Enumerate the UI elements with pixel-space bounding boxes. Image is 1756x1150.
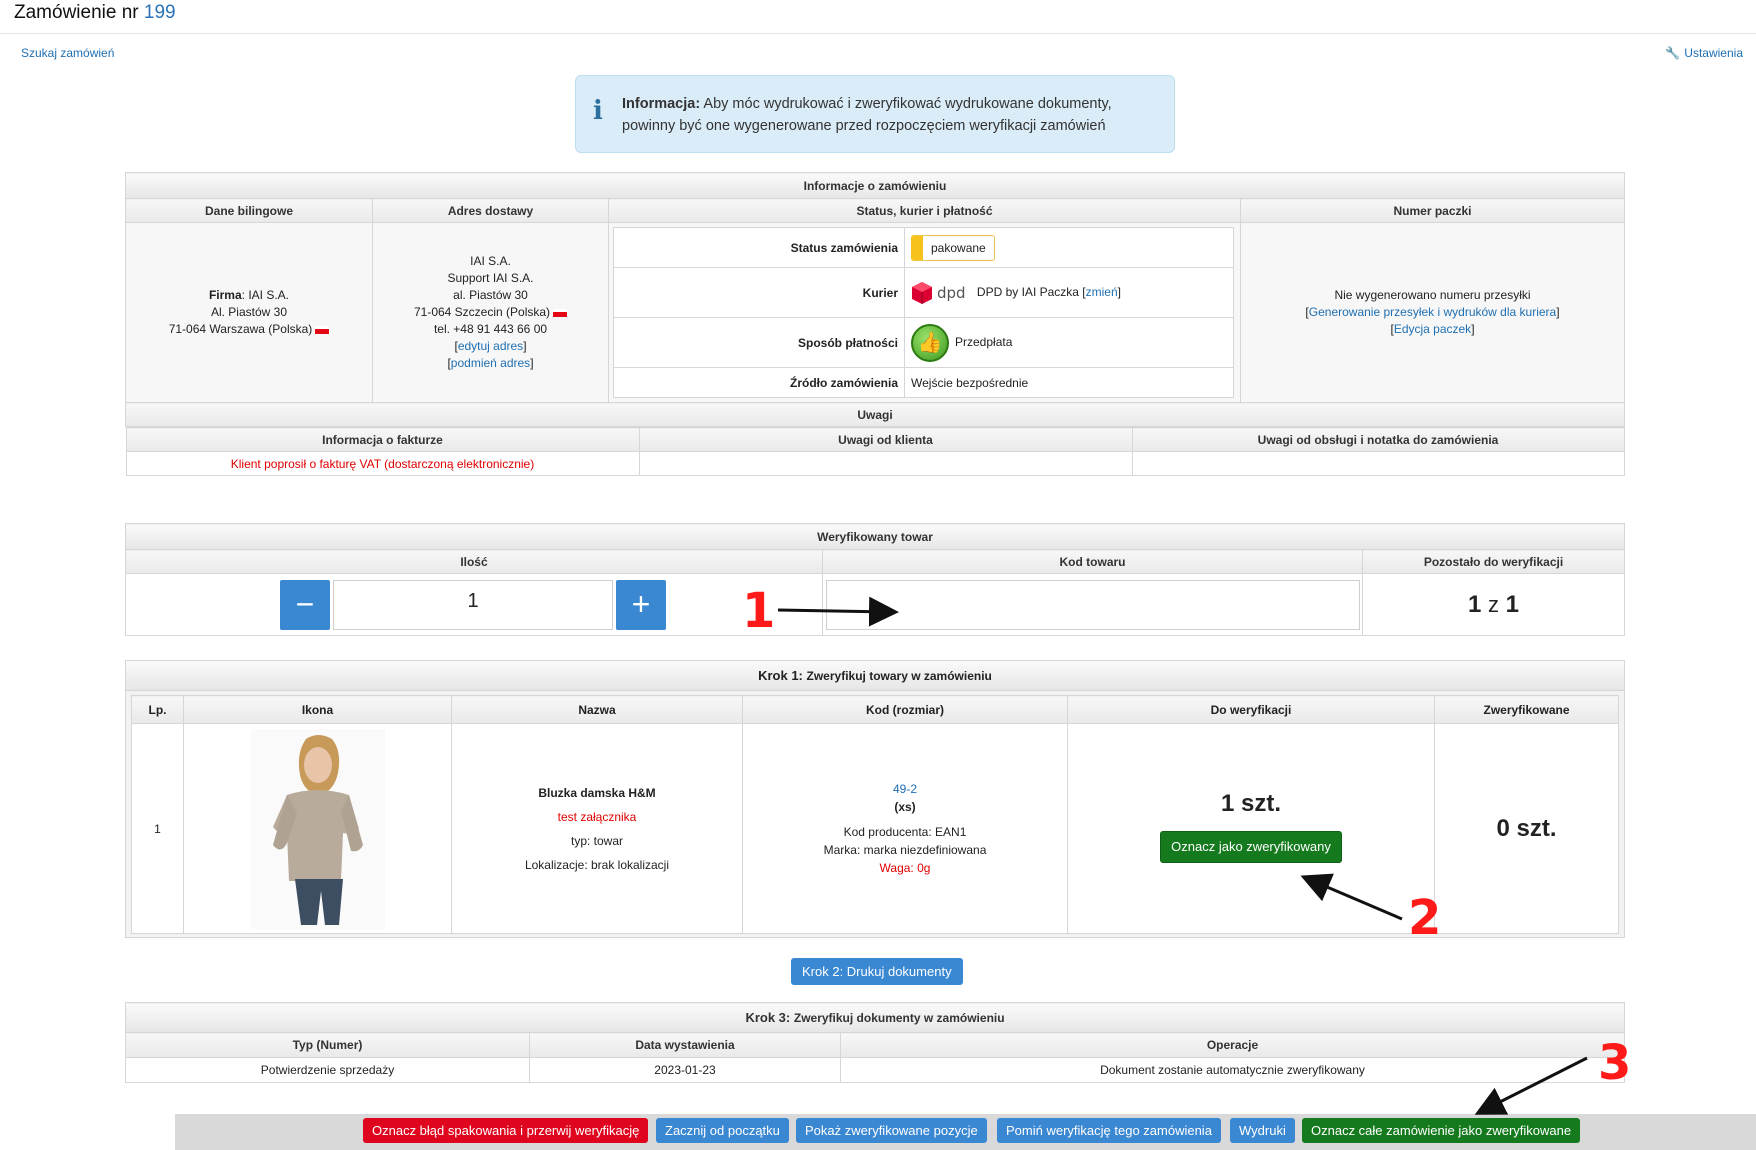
arrow-3-icon bbox=[1474, 1056, 1588, 1115]
arrow-2-icon bbox=[1300, 873, 1403, 921]
arrow-1-icon bbox=[777, 596, 899, 627]
annotation-arrows bbox=[777, 596, 1588, 1115]
